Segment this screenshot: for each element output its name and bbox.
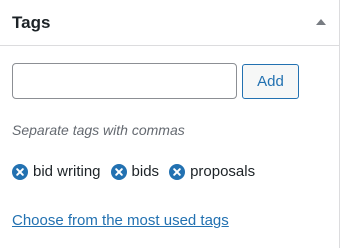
tag-item: proposals xyxy=(169,162,255,182)
panel-title: Tags xyxy=(12,13,51,32)
tag-label: bid writing xyxy=(33,163,101,180)
tag-list: bid writing bids proposals xyxy=(12,162,265,182)
add-tag-button[interactable]: Add xyxy=(242,64,299,99)
tag-item: bids xyxy=(110,162,160,182)
tag-hint: Separate tags with commas xyxy=(12,122,185,138)
remove-circle-x-icon[interactable] xyxy=(110,164,127,180)
triangle-up-icon[interactable] xyxy=(316,19,326,25)
tags-panel: Tags Add Separate tags with commas bid w… xyxy=(0,0,340,248)
remove-circle-x-icon[interactable] xyxy=(169,164,186,180)
most-used-tags-link[interactable]: Choose from the most used tags xyxy=(12,212,229,230)
remove-circle-x-icon[interactable] xyxy=(12,164,28,180)
tag-item: bid writing xyxy=(12,162,101,182)
tag-label: bids xyxy=(131,163,160,180)
tag-input[interactable] xyxy=(12,63,237,99)
tag-label: proposals xyxy=(190,163,256,180)
panel-header: Tags xyxy=(0,0,340,46)
